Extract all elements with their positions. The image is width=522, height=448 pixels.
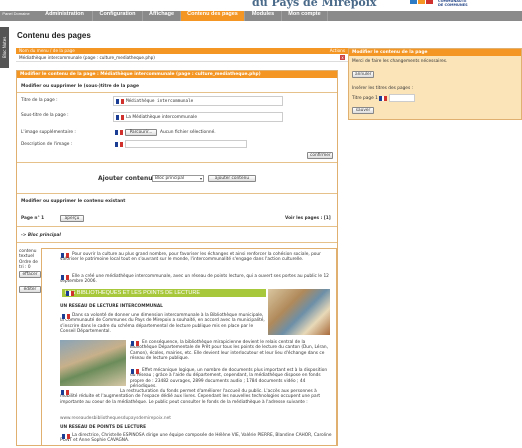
banner-subtitle: COMMUNAUTÉ DE COMMUNES bbox=[438, 0, 468, 7]
content-tools: contenu textuel Ordre de tri : 0 effacer… bbox=[19, 249, 41, 293]
path-row-label[interactable]: Médiathèque intercommunale (page : cultu… bbox=[19, 55, 155, 60]
path-header-label: Nom du menu / de la page bbox=[19, 48, 75, 53]
flag-fr-icon bbox=[379, 96, 388, 101]
flag-fr-icon bbox=[115, 130, 124, 135]
nav-mon-compte[interactable]: Mon compte bbox=[282, 11, 328, 21]
nav-contenu-des-pages[interactable]: Contenu des pages bbox=[181, 11, 245, 21]
article-paragraph: Dans sa volonté de donner une dimension … bbox=[60, 313, 265, 335]
flag-fr-icon bbox=[62, 434, 71, 439]
confirm-button[interactable]: confirmer bbox=[307, 152, 333, 159]
flag-fr-icon bbox=[116, 114, 125, 120]
article-paragraph: En conséquence, la bibliothèque mirapici… bbox=[130, 340, 328, 362]
cancel-button[interactable]: annuler bbox=[352, 71, 374, 78]
page-title-list-input[interactable] bbox=[389, 94, 415, 102]
browse-button[interactable]: Parcourir... bbox=[125, 129, 157, 136]
subtitle-value: La Médiathèque intercommunale bbox=[126, 114, 198, 120]
image-description-input[interactable] bbox=[125, 140, 247, 148]
divider bbox=[17, 226, 337, 227]
save-button[interactable]: sauver bbox=[352, 107, 374, 114]
right-panel-header: Modifier le contenu de la page bbox=[349, 49, 521, 56]
page-subtitle-field[interactable]: La Médiathèque intercommunale bbox=[113, 112, 283, 122]
nav-modules[interactable]: Modules bbox=[245, 11, 282, 21]
article-paragraph: La directrice, Christelle ESPINOSA dirig… bbox=[60, 433, 332, 444]
flag-fr-icon bbox=[131, 341, 140, 346]
page-number-label: Page n° 1 bbox=[21, 216, 45, 221]
divider bbox=[17, 92, 337, 93]
title-value: Médiathèque intercommunale bbox=[126, 98, 194, 104]
article-heading: UN RESEAU DE POINTS DE LECTURE bbox=[60, 425, 147, 430]
divider bbox=[17, 162, 337, 163]
reading-room-photo bbox=[60, 340, 126, 386]
select-value: Bloc principal bbox=[155, 176, 185, 181]
flag-fr-icon bbox=[62, 314, 71, 319]
article-paragraph: Pour ouvrir la culture au plus grand nom… bbox=[60, 252, 321, 263]
page-title: Contenu des pages bbox=[17, 31, 91, 40]
edit-button[interactable]: éditer bbox=[19, 286, 41, 293]
nav-affichage[interactable]: Affichage bbox=[143, 11, 181, 21]
no-file-text: Aucun fichier sélectionné. bbox=[160, 130, 216, 135]
add-content-label: Ajouter contenu bbox=[98, 175, 153, 182]
flag-fr-icon bbox=[66, 291, 75, 296]
title-label: Titre de la page : bbox=[21, 98, 58, 103]
site-logo bbox=[410, 0, 435, 10]
path-row: Médiathèque intercommunale (page : cultu… bbox=[16, 54, 348, 62]
article-paragraph: La restructuration du fonds permet d'amé… bbox=[60, 389, 321, 405]
chevron-down-icon: ▾ bbox=[199, 176, 202, 181]
flag-fr-icon bbox=[116, 98, 125, 104]
image-description-label: Description de l'image : bbox=[21, 142, 73, 147]
page-links[interactable]: Voir les pages : [1] bbox=[285, 216, 331, 221]
library-photo bbox=[268, 289, 330, 335]
section-banner: LES BIBLIOTHEQUES ET LES POINTS DE LECTU… bbox=[62, 289, 266, 297]
sort-order-label: Ordre de tri : 0 bbox=[19, 260, 38, 270]
flag-fr-icon bbox=[61, 390, 70, 395]
help-text: Merci de faire les changements nécessair… bbox=[352, 59, 448, 64]
article-paragraph: Effet mécanique logique, un nombre de do… bbox=[130, 368, 328, 390]
nav-home[interactable]: Panel Domaine bbox=[0, 11, 32, 21]
image-label: L'image supplémentaire : bbox=[21, 130, 76, 135]
right-sidebar: Modifier le contenu de la page Merci de … bbox=[348, 48, 522, 120]
divider bbox=[17, 242, 337, 243]
title-section-heading: Modifier ou supprimer le (sous-)titre de… bbox=[21, 84, 140, 89]
preview-button[interactable]: aperçu bbox=[60, 215, 84, 222]
nav-configuration[interactable]: Configuration bbox=[93, 11, 143, 21]
article-heading: UN RESEAU DE LECTURE INTERCOMMUNAL bbox=[60, 304, 163, 309]
page-title-list-label: Titre page 1 bbox=[352, 96, 378, 101]
content-type-label: contenu textuel bbox=[19, 249, 37, 259]
content-type-select[interactable]: Bloc principal ▾ bbox=[152, 175, 204, 182]
article-paragraph: Elle a créé une médiathèque intercommuna… bbox=[60, 274, 329, 285]
banner-title: du Pays de Mirepoix bbox=[252, 0, 377, 9]
existing-content-heading: Modifier ou supprimer le contenu existan… bbox=[21, 199, 126, 204]
main-nav: Panel Domaine Administration Configurati… bbox=[0, 11, 522, 21]
page-titles-label: Insérer les titres des pages : bbox=[352, 86, 414, 91]
catalog-link[interactable]: www.reseaudesbibliothequesdupaysdemirepo… bbox=[60, 416, 171, 421]
divider bbox=[17, 193, 337, 194]
site-banner: du Pays de Mirepoix COMMUNAUTÉ DE COMMUN… bbox=[0, 0, 522, 11]
notes-side-tab[interactable]: Bloc Notes bbox=[0, 27, 9, 68]
subtitle-label: Sous-titre de la page : bbox=[21, 113, 69, 118]
panel-header: Modifier le contenu de la page : Médiath… bbox=[17, 71, 337, 78]
delete-icon[interactable]: x bbox=[340, 55, 345, 60]
nav-administration[interactable]: Administration bbox=[37, 11, 93, 21]
add-content-button[interactable]: ajouter contenu bbox=[208, 175, 256, 182]
page-title-field[interactable]: Médiathèque intercommunale bbox=[113, 96, 283, 106]
flag-fr-icon bbox=[61, 275, 70, 280]
block-label: -> Bloc principal bbox=[21, 233, 61, 238]
flag-fr-icon bbox=[115, 142, 124, 147]
delete-button[interactable]: effacer bbox=[19, 271, 41, 278]
flag-fr-icon bbox=[131, 369, 140, 374]
